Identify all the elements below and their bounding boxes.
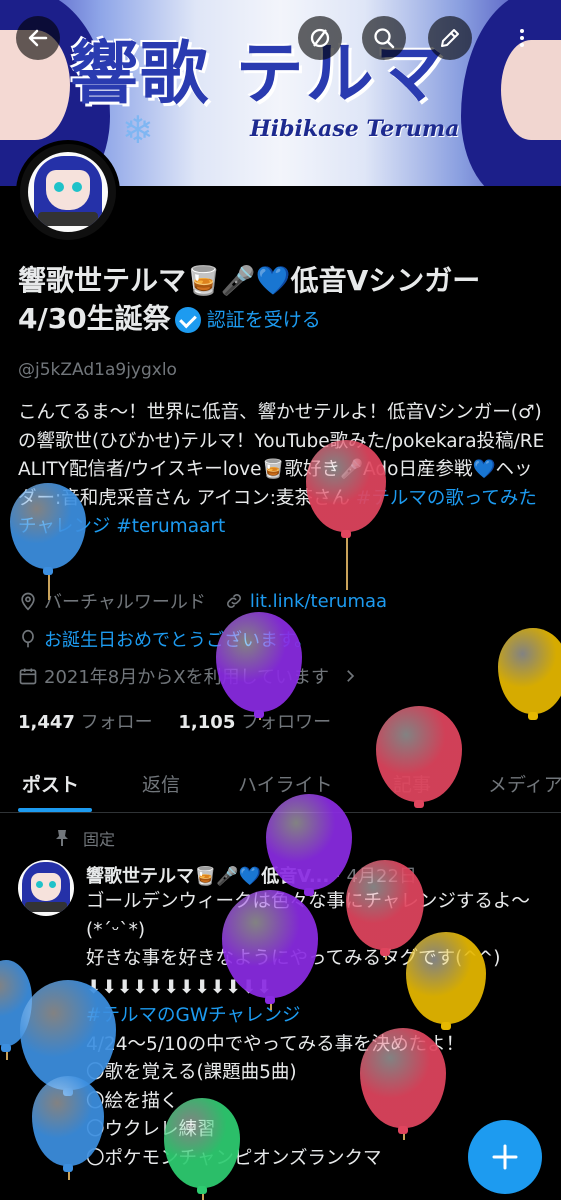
more-button[interactable] (500, 16, 544, 60)
post-hashtag[interactable]: #テルマのGWチャレンジ (86, 1002, 546, 1031)
hide-icon (310, 28, 330, 48)
profile-bio: こんてるま～！世界に低音、響かせテルよ！低音Vシンガー(♂)の響歌世(ひびかせ)… (18, 399, 548, 542)
link-icon (226, 594, 241, 608)
banner-subtitle: Hibikase Teruma (250, 116, 460, 142)
balloon-icon (22, 629, 34, 648)
search-icon (374, 28, 395, 49)
search-button[interactable] (362, 16, 406, 60)
location-icon (21, 592, 35, 611)
profile-handle: @j5kZAd1a9jygxlo (18, 360, 177, 380)
plus-icon (492, 1144, 518, 1170)
active-tab-indicator (18, 808, 92, 812)
get-verified-link[interactable]: 認証を受ける (207, 309, 321, 331)
post-author-avatar[interactable] (18, 860, 74, 916)
verified-badge-icon (174, 307, 201, 333)
pinned-indicator: 固定 (55, 826, 115, 850)
profile-avatar[interactable] (16, 140, 120, 244)
more-vertical-icon (520, 29, 524, 47)
tab-media[interactable]: メディア (488, 770, 561, 797)
pin-icon (56, 830, 68, 846)
snowflake-icon: ❄ (122, 108, 154, 152)
calendar-icon (19, 668, 37, 685)
tab-highlights[interactable]: ハイライト (238, 770, 333, 797)
chevron-right-icon (347, 670, 355, 682)
tab-replies[interactable]: 返信 (142, 770, 180, 797)
profile-name: 響歌世テルマ🥃🎤💙低音Vシンガー4/30生誕祭 認証を受ける (18, 262, 548, 339)
profile-link[interactable]: lit.link/terumaa (250, 591, 387, 612)
profile-meta-location-link: バーチャルワールド lit.link/terumaa (18, 588, 387, 614)
edit-button[interactable] (428, 16, 472, 60)
back-button[interactable] (16, 16, 60, 60)
bio-hashtag-art[interactable]: #terumaart (116, 516, 225, 537)
hide-button[interactable] (298, 16, 342, 60)
follow-counts: 1,447 フォロー 1,105 フォロワー (18, 708, 331, 734)
edit-icon (441, 29, 459, 47)
arrow-left-icon (28, 29, 48, 47)
following-link[interactable]: 1,447 フォロー (18, 712, 153, 733)
compose-post-button[interactable] (468, 1120, 542, 1194)
profile-meta-joined[interactable]: 2021年8月からXを利用しています (18, 663, 359, 689)
location-text: バーチャルワールド (44, 592, 206, 613)
tab-posts[interactable]: ポスト (22, 770, 79, 797)
